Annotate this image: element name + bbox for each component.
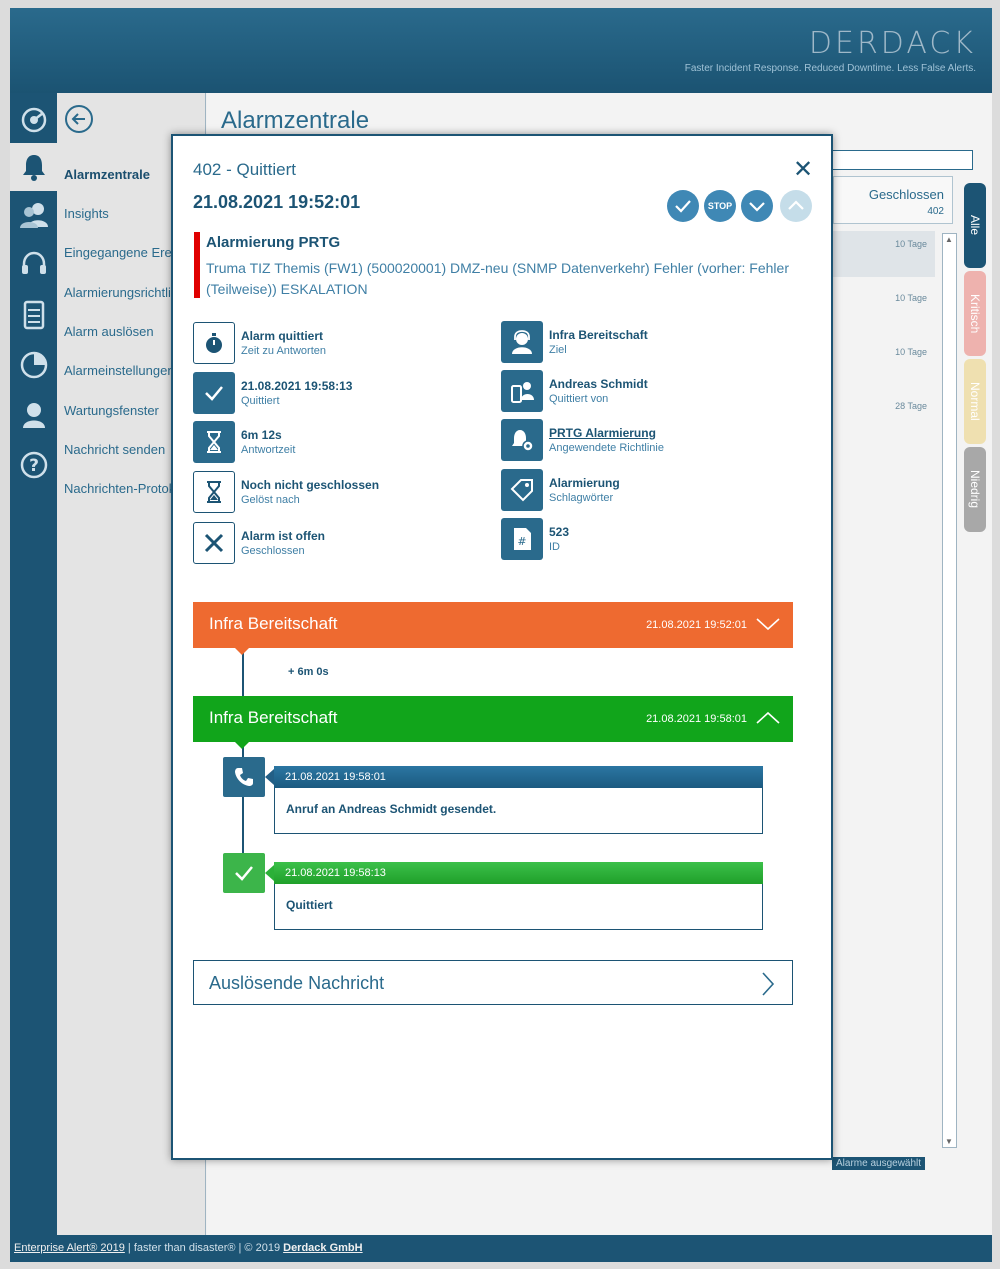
escalation-step-2[interactable]: Infra Bereitschaft 21.08.2021 19:58:01 [193,696,793,749]
info-response-time: Alarm quittiert Zeit zu Antworten [193,322,483,366]
nav-item-maintenance[interactable]: Wartungsfenster [64,403,159,418]
event-call-text: Anruf an Andreas Schmidt gesendet. [286,802,497,816]
stop-button[interactable]: STOP [704,190,736,222]
severity-bar [194,232,200,298]
page-title: Alarmzentrale [221,107,370,134]
close-icon[interactable]: ✕ [793,158,813,182]
user-admin-icon[interactable] [16,398,52,432]
chevron-down-icon[interactable] [755,614,781,634]
dialog-title: 402 - Quittiert [193,160,296,179]
info-acknowledged: 21.08.2021 19:58:13 Quittiert [193,372,483,416]
check-icon [223,853,265,893]
server-icon[interactable] [16,298,52,332]
info-acknowledged-by: Andreas Schmidt Quittiert von [501,370,791,414]
users-icon[interactable] [16,198,52,232]
bell-icon[interactable] [10,143,57,191]
event-acknowledged: 21.08.2021 19:58:13 Quittiert [265,862,763,930]
dashboard-icon[interactable] [16,103,52,137]
trigger-message-button[interactable]: Auslösende Nachricht [193,960,793,1005]
closed-filter-label: Geschlossen [868,187,944,202]
info-target: Infra Bereitschaft Ziel [501,321,791,365]
scrollbar[interactable]: ▲ ▼ [942,233,957,1148]
x-icon [193,522,235,564]
mobile-user-icon [501,370,543,412]
tagline: Faster Incident Response. Reduced Downti… [684,63,976,74]
nav-item-alarm-settings[interactable]: Alarmeinstellungen [64,363,175,378]
alarm-detail-dialog: 402 - Quittiert ✕ 21.08.2021 19:52:01 ST… [171,134,833,1160]
info-id: # 523 ID [501,518,791,562]
policy-link[interactable]: PRTG Alarmierung [549,426,656,440]
alarm-list: 10 Tage 10 Tage 10 Tage 28 Tage [833,227,935,1143]
product-link[interactable]: Enterprise Alert® 2019 [14,1242,125,1254]
support-agent-icon [501,321,543,363]
icon-bar: ? [10,93,57,1235]
closed-filter-count: 402 [927,206,944,217]
pie-chart-icon[interactable] [16,348,52,382]
nav-item-insights[interactable]: Insights [64,206,109,221]
search-input[interactable] [817,150,973,170]
event-call: 21.08.2021 19:58:01 Anruf an Andreas Sch… [265,766,763,834]
hourglass-icon [193,421,235,463]
header: DERDACK Faster Incident Response. Reduce… [10,8,992,93]
collapse-button[interactable] [780,190,812,222]
alert-title: Alarmierung PRTG [206,234,341,251]
svg-text:?: ? [29,456,39,476]
hash-document-icon: # [501,518,543,560]
list-item-age[interactable]: 10 Tage [895,239,927,249]
event-call-time: 21.08.2021 19:58:01 [265,766,763,788]
list-item-age[interactable]: 28 Tage [895,401,927,411]
back-arrow-icon[interactable] [65,105,93,133]
list-item-age[interactable]: 10 Tage [895,293,927,303]
chevron-up-icon [788,200,804,210]
svg-text:#: # [517,535,526,548]
info-tags: Alarmierung Schlagwörter [501,469,791,513]
footer-slogan: | faster than disaster® | © 2019 [124,1242,284,1254]
info-closed: Alarm ist offen Geschlossen [193,522,483,566]
hourglass-icon [193,471,235,513]
chevron-up-icon[interactable] [755,708,781,728]
info-resolved-after: Noch nicht geschlossen Gelöst nach [193,471,483,515]
delay-label: + 6m 0s [288,666,329,678]
tag-icon [501,469,543,511]
tab-normal[interactable]: Normal [964,359,986,444]
escalation-step-1[interactable]: Infra Bereitschaft 21.08.2021 19:52:01 [193,602,793,655]
help-icon[interactable]: ? [16,448,52,482]
info-answer-time: 6m 12s Antwortzeit [193,421,483,465]
check-icon [193,372,235,414]
nav-item-alarmzentrale[interactable]: Alarmzentrale [64,167,150,182]
event-ack-time: 21.08.2021 19:58:13 [265,862,763,884]
derdack-logo: DERDACK [808,26,976,61]
footer: Enterprise Alert® 2019 | faster than dis… [10,1235,992,1262]
alert-description: Truma TIZ Themis (FW1) (500020001) DMZ-n… [206,260,789,297]
nav-item-send-message[interactable]: Nachricht senden [64,442,165,457]
company-link[interactable]: Derdack GmbH [283,1242,362,1254]
phone-icon [223,757,265,797]
chevron-right-icon [762,972,775,996]
nav-item-message-log[interactable]: Nachrichten-Protokoll [64,481,188,496]
alarm-datetime: 21.08.2021 19:52:01 [193,192,361,212]
bell-settings-icon [501,419,543,461]
selection-info: Alarme ausgewählt [832,1157,926,1170]
list-item-age[interactable]: 10 Tage [895,347,927,357]
event-ack-text: Quittiert [286,898,333,912]
headset-icon[interactable] [16,248,52,282]
closed-filter-tile[interactable]: Geschlossen 402 [833,176,953,224]
acknowledge-button[interactable] [667,190,699,222]
tab-kritisch[interactable]: Kritisch [964,271,986,356]
tab-niedrig[interactable]: Niedrig [964,447,986,532]
expand-button[interactable] [741,190,773,222]
tab-alle[interactable]: Alle [964,183,986,268]
chevron-down-icon [749,202,765,212]
check-icon [675,200,691,213]
nav-item-trigger-alarm[interactable]: Alarm auslösen [64,324,154,339]
info-policy: PRTG Alarmierung Angewendete Richtlinie [501,419,791,463]
stopwatch-icon [193,322,235,364]
